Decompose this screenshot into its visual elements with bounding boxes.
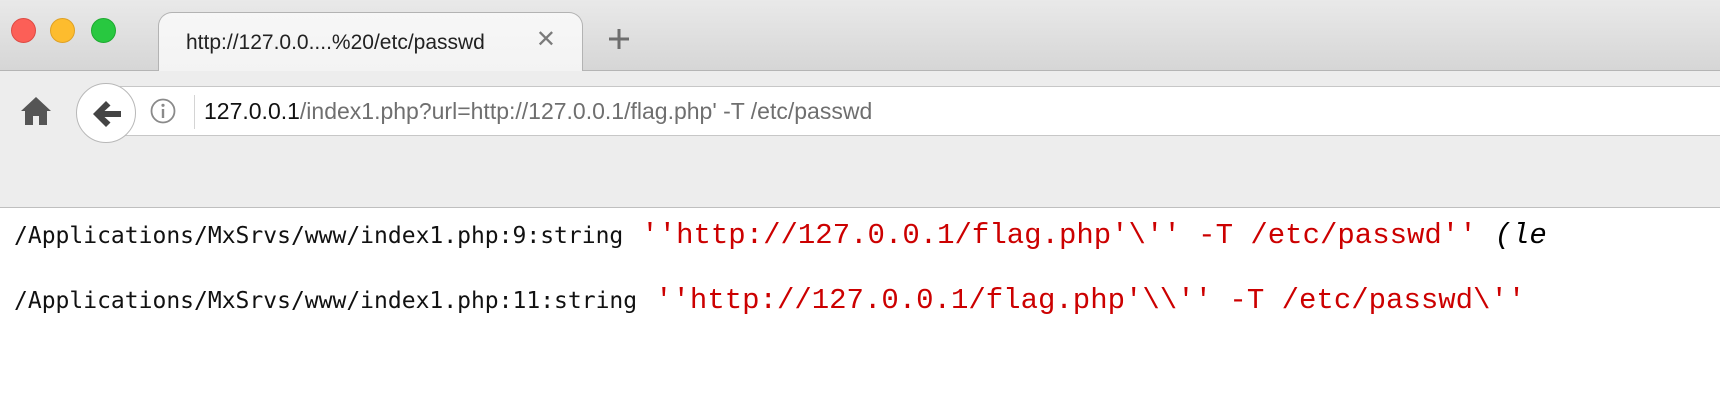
back-button[interactable] — [76, 83, 136, 143]
output-location: /Applications/MxSrvs/www/index1.php:11:s… — [14, 288, 638, 314]
plus-icon[interactable] — [604, 24, 634, 54]
url-path: /index1.php?url=http://127.0.0.1/flag.ph… — [299, 98, 873, 124]
url-host: 127.0.0.1 — [204, 98, 300, 124]
output-line: /Applications/MxSrvs/www/index1.php:9:st… — [14, 219, 1547, 252]
url-separator — [194, 95, 195, 129]
close-window-icon[interactable] — [11, 18, 36, 43]
tab-title: http://127.0.0....%20/etc/passwd — [186, 31, 485, 54]
info-icon[interactable] — [150, 98, 176, 124]
url-bar[interactable]: 127.0.0.1/index1.php?url=http://127.0.0.… — [120, 86, 1720, 136]
output-string-value: ''http://127.0.0.1/flag.php'\\'' -T /etc… — [655, 284, 1526, 317]
output-line: /Applications/MxSrvs/www/index1.php:11:s… — [14, 284, 1543, 317]
tab-strip: http://127.0.0....%20/etc/passwd ✕ — [0, 0, 1720, 71]
url-text[interactable]: 127.0.0.1/index1.php?url=http://127.0.0.… — [204, 98, 872, 125]
browser-tab[interactable]: http://127.0.0....%20/etc/passwd ✕ — [158, 12, 583, 71]
output-location: /Applications/MxSrvs/www/index1.php:9:st… — [14, 223, 624, 249]
output-length-suffix: (le — [1494, 219, 1547, 252]
page-content: /Applications/MxSrvs/www/index1.php:9:st… — [0, 208, 1720, 420]
maximize-window-icon[interactable] — [91, 18, 116, 43]
back-arrow-icon — [93, 101, 121, 127]
tab-close-icon[interactable]: ✕ — [536, 28, 556, 52]
minimize-window-icon[interactable] — [50, 18, 75, 43]
navigation-bar: 127.0.0.1/index1.php?url=http://127.0.0.… — [0, 71, 1720, 208]
output-string-value: ''http://127.0.0.1/flag.php'\'' -T /etc/… — [641, 219, 1477, 252]
home-icon[interactable] — [19, 94, 53, 128]
